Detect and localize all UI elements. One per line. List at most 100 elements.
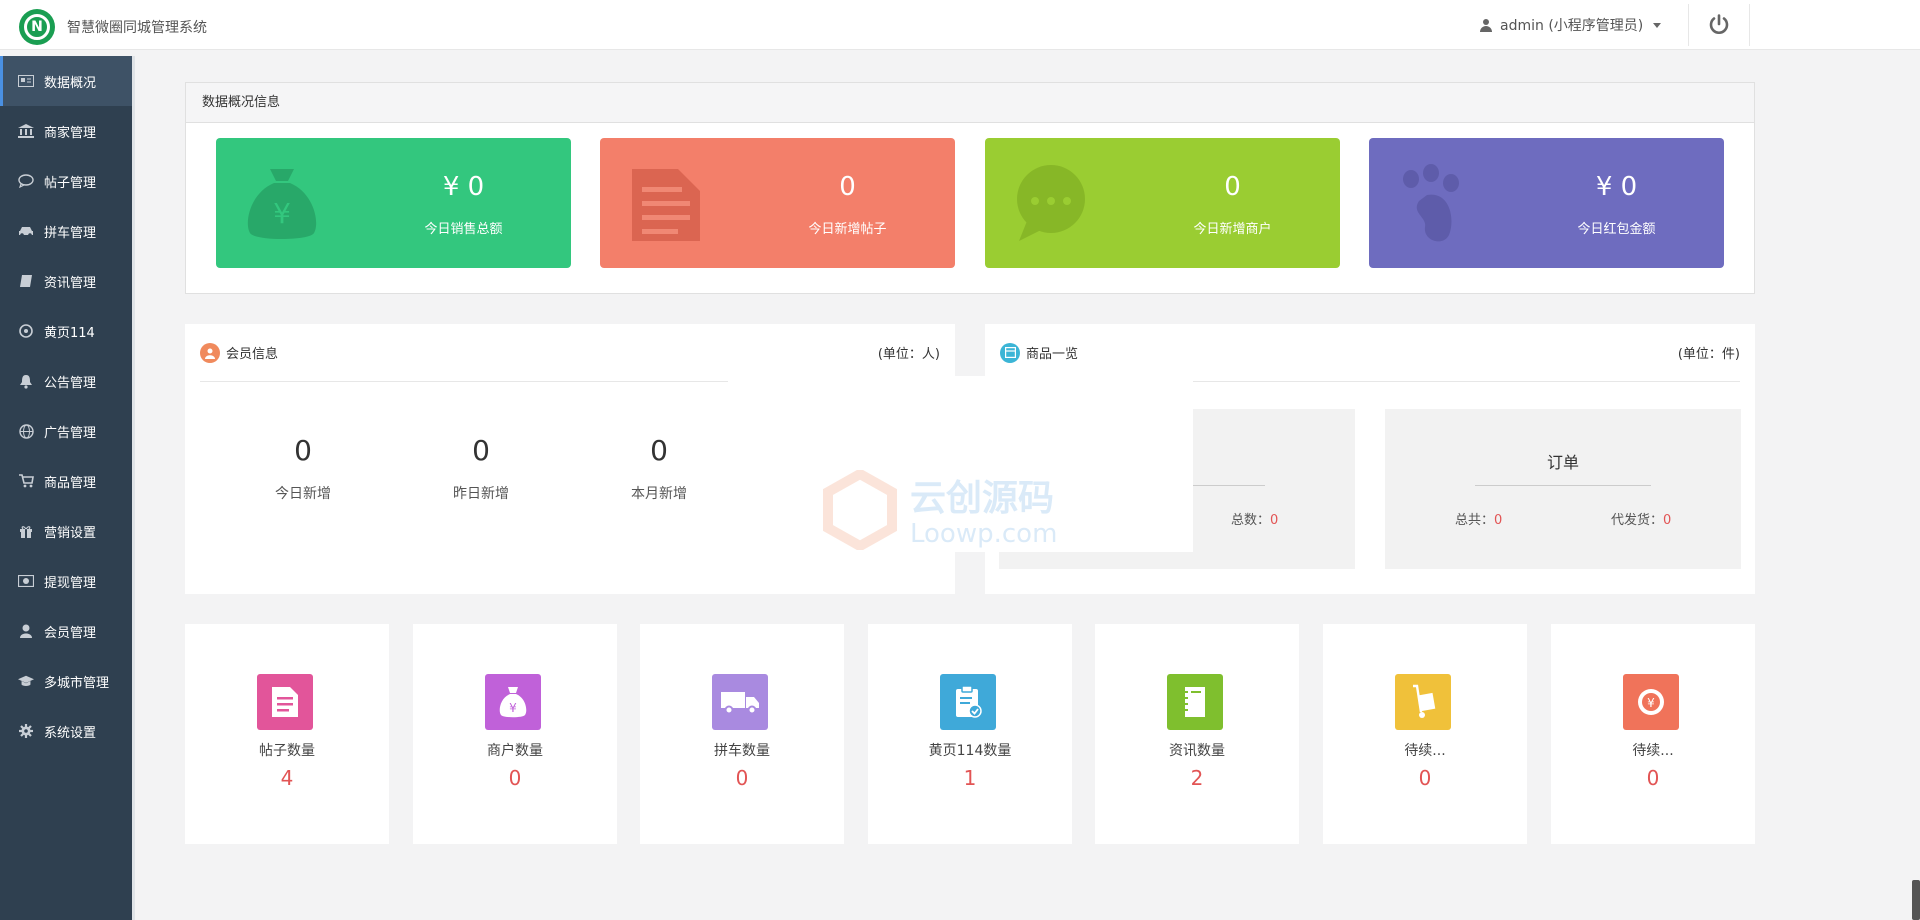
count-label: 商户数量 (487, 743, 543, 759)
compass-icon (18, 323, 34, 339)
sidebar-item-label: 黄页114 (44, 325, 95, 341)
goods-icon (1000, 342, 1020, 363)
sidebar-item-posts[interactable]: 帖子管理 (0, 156, 132, 206)
sidebar-item-yellow-pages[interactable]: 黄页114 (0, 306, 132, 356)
member-stat-today: 0 今日新增 (223, 434, 383, 503)
paw-icon (1403, 164, 1459, 242)
count-card-pending-1: 待续... 0 (1323, 624, 1527, 844)
member-info-title: 会员信息 (226, 347, 279, 362)
stat-value: 0 (1224, 172, 1241, 202)
sidebar-item-label: 商品管理 (44, 475, 97, 491)
goods-overview-header: 商品一览 (单位：件) (1000, 324, 1740, 382)
count-value: 0 (735, 766, 749, 790)
count-card-carpool: 拼车数量 0 (640, 624, 844, 844)
sidebar-item-goods[interactable]: 商品管理 (0, 456, 132, 506)
document-icon (257, 674, 313, 730)
watermark-title: 云创源码 (910, 478, 1054, 519)
user-icon (1480, 18, 1492, 32)
sidebar-item-label: 数据概况 (44, 75, 97, 91)
page-scrollbar[interactable] (1912, 880, 1920, 920)
count-card-merchants: ¥ 商户数量 0 (413, 624, 617, 844)
document-icon (632, 169, 700, 241)
member-stat-label: 昨日新增 (453, 486, 509, 502)
sidebar-item-label: 营销设置 (44, 525, 97, 541)
count-label: 黄页114数量 (928, 743, 1012, 759)
sidebar: 数据概况 商家管理 帖子管理 拼车管理 资讯管理 黄页114 公告管理 广告管理… (0, 56, 132, 920)
stat-card-posts: 0 今日新增帖子 (600, 138, 955, 268)
count-value: 0 (1646, 766, 1660, 790)
orders-total: 总共：0 (1455, 509, 1502, 528)
gear-icon (18, 723, 34, 739)
watermark-subtitle: Loowp.com (910, 519, 1057, 549)
logout-button[interactable] (1688, 4, 1750, 46)
truck-icon (712, 674, 768, 730)
stat-value: 0 (839, 172, 856, 202)
app-logo[interactable]: N (19, 9, 55, 45)
top-header: N 智慧微圈同城管理系统 admin (小程序管理员) (0, 0, 1920, 50)
stat-label: 今日新增商户 (1193, 222, 1272, 237)
sidebar-item-notices[interactable]: 公告管理 (0, 356, 132, 406)
sidebar-item-overview[interactable]: 数据概况 (0, 56, 132, 106)
sidebar-item-ads[interactable]: 广告管理 (0, 406, 132, 456)
count-label: 资讯数量 (1169, 743, 1225, 759)
sidebar-item-settings[interactable]: 系统设置 (0, 706, 132, 756)
sidebar-item-news[interactable]: 资讯管理 (0, 256, 132, 306)
overview-panel: 数据概况信息 ¥ ¥ 0 今日销售总额 0 今日新增帖子 0 今日新增商户 ¥ … (185, 82, 1755, 294)
count-label: 待续... (1632, 743, 1674, 759)
svg-text:¥: ¥ (509, 701, 517, 715)
sidebar-item-label: 拼车管理 (44, 225, 97, 241)
bank-icon (18, 123, 34, 139)
money-bag-icon: ¥ (485, 674, 541, 730)
sidebar-item-label: 提现管理 (44, 575, 97, 591)
notebook-icon (1167, 674, 1223, 730)
count-card-posts: 帖子数量 4 (185, 624, 389, 844)
stat-label: 今日销售总额 (424, 222, 503, 237)
member-stat-value: 0 (472, 434, 490, 467)
goods-overview-unit: (单位：件) (1677, 347, 1740, 362)
member-info-header: 会员信息 (单位：人) (200, 324, 940, 382)
sidebar-item-merchants[interactable]: 商家管理 (0, 106, 132, 156)
count-card-yellow-pages: 黄页114数量 1 (868, 624, 1072, 844)
sidebar-scrollbar[interactable] (132, 56, 135, 920)
member-stat-label: 本月新增 (631, 486, 687, 502)
stat-value: ¥ 0 (1595, 172, 1638, 202)
orders-pending-value: 0 (1663, 513, 1672, 528)
goods-overview-title: 商品一览 (1026, 347, 1079, 362)
count-card-pending-2: ¥ 待续... 0 (1551, 624, 1755, 844)
stat-card-redpacket: ¥ 0 今日红包金额 (1369, 138, 1724, 268)
sidebar-item-withdraw[interactable]: 提现管理 (0, 556, 132, 606)
sidebar-item-members[interactable]: 会员管理 (0, 606, 132, 656)
sidebar-item-label: 帖子管理 (44, 175, 97, 191)
graduation-cap-icon (18, 673, 34, 689)
count-value: 0 (508, 766, 522, 790)
count-value: 1 (963, 766, 977, 790)
chat-bubble-icon (1017, 165, 1085, 241)
user-menu[interactable]: admin (小程序管理员) (1480, 15, 1662, 35)
count-card-news: 资讯数量 2 (1095, 624, 1299, 844)
stat-label: 今日红包金额 (1577, 222, 1656, 237)
sidebar-item-label: 多城市管理 (44, 675, 110, 691)
caret-down-icon (1653, 22, 1662, 28)
goods-total-label: 总数： (1231, 513, 1271, 528)
goods-total: 总数：0 (1231, 509, 1278, 528)
money-icon (18, 573, 34, 589)
power-icon (1709, 14, 1729, 34)
orders-total-label: 总共： (1455, 513, 1495, 528)
sidebar-item-carpool[interactable]: 拼车管理 (0, 206, 132, 256)
sidebar-item-multi-city[interactable]: 多城市管理 (0, 656, 132, 706)
member-stat-yesterday: 0 昨日新增 (401, 434, 561, 503)
cart-icon (18, 473, 34, 489)
sidebar-item-label: 资讯管理 (44, 275, 97, 291)
count-label: 拼车数量 (714, 743, 770, 759)
divider (1475, 485, 1651, 486)
goods-total-value: 0 (1270, 513, 1279, 528)
member-stat-value: 0 (294, 434, 312, 467)
overview-title: 数据概况信息 (186, 83, 1754, 123)
member-info-unit: (单位：人) (877, 347, 940, 362)
stat-card-sales: ¥ ¥ 0 今日销售总额 (216, 138, 571, 268)
bell-icon (18, 373, 34, 389)
sidebar-item-label: 系统设置 (44, 725, 97, 741)
member-stat-month: 0 本月新增 (579, 434, 739, 503)
sidebar-item-marketing[interactable]: 营销设置 (0, 506, 132, 556)
clipboard-check-icon (940, 674, 996, 730)
